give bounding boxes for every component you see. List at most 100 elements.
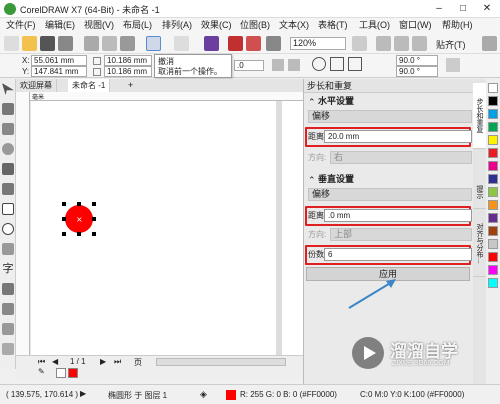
- vertical-direction-select[interactable]: 上部: [330, 228, 472, 241]
- menu-table[interactable]: 表格(T): [318, 19, 348, 32]
- print-icon[interactable]: [58, 36, 73, 51]
- minimize-button[interactable]: –: [428, 1, 450, 17]
- snap-to-dropdown[interactable]: 贴齐(T): [436, 38, 466, 51]
- rectangle-tool-icon[interactable]: [2, 203, 14, 215]
- palette-swatch[interactable]: [488, 109, 498, 119]
- crop-tool-icon[interactable]: [2, 123, 14, 135]
- save-icon[interactable]: [40, 36, 55, 51]
- tab-step-repeat[interactable]: 步长和重复: [473, 83, 486, 149]
- text-tool-icon[interactable]: 字: [2, 263, 14, 275]
- import-icon[interactable]: [228, 36, 243, 51]
- pie-mode-icon[interactable]: [330, 57, 344, 71]
- menu-text[interactable]: 文本(X): [279, 19, 309, 32]
- last-page-icon[interactable]: ⏭: [114, 357, 121, 367]
- show-guidelines-icon[interactable]: [412, 36, 427, 51]
- zoom-tool-icon[interactable]: [2, 143, 14, 155]
- connector-tool-icon[interactable]: [2, 303, 14, 315]
- drawing-canvas[interactable]: ×: [30, 101, 303, 355]
- tab-untitled-1[interactable]: 未命名 -1: [68, 79, 111, 92]
- publish-pdf-icon[interactable]: [266, 36, 281, 51]
- horizontal-ruler[interactable]: 毫米: [30, 92, 303, 101]
- menu-help[interactable]: 帮助(H): [442, 19, 473, 32]
- palette-swatch[interactable]: [488, 252, 498, 262]
- horizontal-mode-select[interactable]: 偏移: [308, 110, 472, 123]
- menu-tools[interactable]: 工具(O): [359, 19, 390, 32]
- copy-icon[interactable]: [102, 36, 117, 51]
- palette-swatch[interactable]: [488, 265, 498, 275]
- selected-circle[interactable]: ×: [65, 205, 93, 233]
- add-tab-icon[interactable]: +: [128, 79, 133, 92]
- export-icon[interactable]: [246, 36, 261, 51]
- search-content-icon[interactable]: [204, 36, 219, 51]
- artistic-media-icon[interactable]: [2, 183, 14, 195]
- prev-page-icon[interactable]: ◀: [52, 357, 58, 366]
- ellipse-tool-icon[interactable]: [2, 223, 14, 235]
- collapse-horizontal-icon[interactable]: ⌃: [308, 97, 316, 108]
- palette-swatch[interactable]: [488, 148, 498, 158]
- vertical-mode-select[interactable]: 偏移: [308, 188, 472, 201]
- height-input[interactable]: 10.186 mm: [104, 66, 152, 77]
- close-button[interactable]: ✕: [476, 1, 498, 17]
- ellipse-mode-icon[interactable]: [312, 57, 326, 71]
- drop-shadow-icon[interactable]: [2, 323, 14, 335]
- new-document-icon[interactable]: [4, 36, 19, 51]
- palette-swatch[interactable]: [488, 239, 498, 249]
- menu-window[interactable]: 窗口(W): [399, 19, 432, 32]
- eyedropper-icon[interactable]: ✎: [38, 367, 45, 376]
- redo-icon[interactable]: [174, 36, 189, 51]
- menu-effects[interactable]: 效果(C): [201, 19, 232, 32]
- tab-hints[interactable]: 提示: [473, 175, 486, 209]
- polygon-tool-icon[interactable]: [2, 243, 14, 255]
- undo-icon[interactable]: [146, 36, 161, 51]
- menu-arrange[interactable]: 排列(A): [162, 19, 192, 32]
- palette-swatch[interactable]: [488, 135, 498, 145]
- mirror-vertical-icon[interactable]: [288, 59, 300, 71]
- play-icon[interactable]: ▶: [80, 389, 86, 398]
- palette-swatch[interactable]: [488, 187, 498, 197]
- open-folder-icon[interactable]: [22, 36, 37, 51]
- palette-swatch[interactable]: [488, 213, 498, 223]
- next-page-icon[interactable]: ▶: [100, 357, 106, 366]
- freehand-tool-icon[interactable]: [2, 163, 14, 175]
- horizontal-distance-input[interactable]: 20.0 mm: [324, 130, 472, 143]
- palette-swatch[interactable]: [488, 200, 498, 210]
- width-input[interactable]: 10.186 mm: [104, 55, 152, 66]
- menu-file[interactable]: 文件(F): [6, 19, 36, 32]
- menu-view[interactable]: 视图(V): [84, 19, 114, 32]
- x-position-input[interactable]: 55.061 mm: [31, 55, 87, 66]
- palette-swatch[interactable]: [488, 278, 498, 288]
- tab-align-distribute[interactable]: 对齐与分布...: [473, 211, 486, 277]
- palette-swatch[interactable]: [488, 122, 498, 132]
- zoom-select[interactable]: 120%: [290, 37, 346, 50]
- full-screen-icon[interactable]: [352, 36, 367, 51]
- end-angle-input[interactable]: 90.0 °: [396, 66, 438, 77]
- no-color-swatch[interactable]: [56, 368, 66, 378]
- parallel-dimension-icon[interactable]: [2, 283, 14, 295]
- red-swatch[interactable]: [68, 368, 78, 378]
- menu-layout[interactable]: 布局(L): [123, 19, 152, 32]
- palette-swatch[interactable]: [488, 96, 498, 106]
- transparency-icon[interactable]: [2, 343, 14, 355]
- pick-tool-icon[interactable]: [2, 83, 14, 95]
- options-gear-icon[interactable]: [482, 36, 497, 51]
- show-rulers-icon[interactable]: [376, 36, 391, 51]
- palette-swatch[interactable]: [488, 226, 498, 236]
- arc-mode-icon[interactable]: [348, 57, 362, 71]
- paste-icon[interactable]: [120, 36, 135, 51]
- vertical-ruler[interactable]: [16, 92, 30, 355]
- show-grid-icon[interactable]: [394, 36, 409, 51]
- menu-edit[interactable]: 编辑(E): [45, 19, 75, 32]
- cut-icon[interactable]: [84, 36, 99, 51]
- maximize-button[interactable]: □: [452, 1, 474, 17]
- vertical-distance-input[interactable]: .0 mm: [324, 209, 472, 222]
- first-page-icon[interactable]: ⏮: [38, 357, 45, 367]
- palette-swatch[interactable]: [488, 83, 498, 93]
- palette-swatch[interactable]: [488, 174, 498, 184]
- tab-welcome[interactable]: 欢迎屏幕: [16, 79, 57, 92]
- menu-bitmaps[interactable]: 位图(B): [240, 19, 270, 32]
- direction-toggle-icon[interactable]: [446, 58, 460, 72]
- mirror-horizontal-icon[interactable]: [272, 59, 284, 71]
- rotation-input[interactable]: .0: [234, 60, 264, 71]
- shape-tool-icon[interactable]: [2, 103, 14, 115]
- horizontal-direction-select[interactable]: 右: [330, 151, 472, 164]
